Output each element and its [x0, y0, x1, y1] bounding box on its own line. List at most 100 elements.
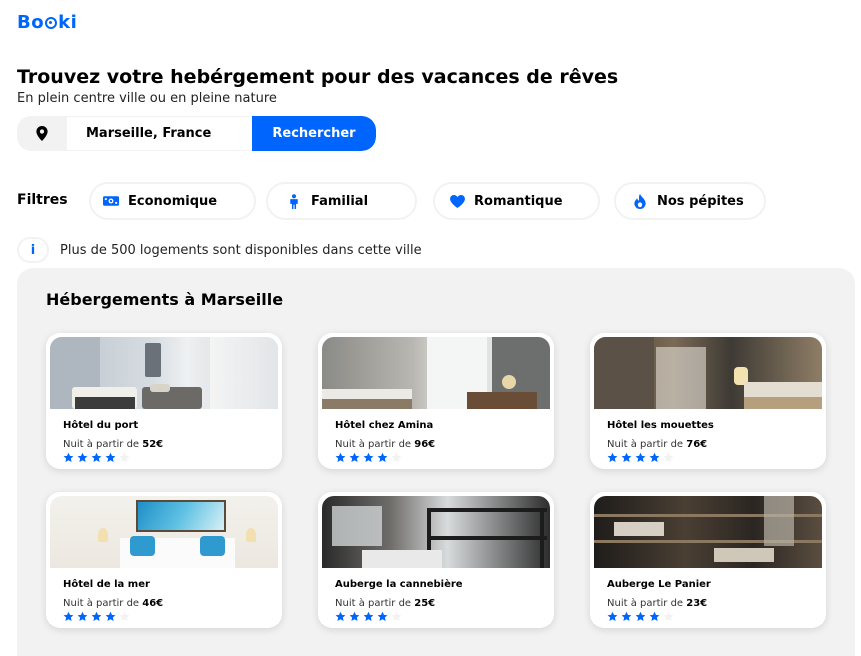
star-filled-icon: [105, 611, 116, 621]
listing-price: Nuit à partir de 23€: [607, 598, 707, 609]
price-value: 25€: [414, 598, 436, 609]
availability-info: i Plus de 500 logements sont disponibles…: [17, 237, 422, 263]
listing-card[interactable]: Hôtel les mouettes Nuit à partir de 76€: [590, 333, 826, 469]
price-prefix: Nuit à partir de: [335, 439, 415, 450]
price-value: 52€: [142, 439, 164, 450]
listing-card[interactable]: Auberge Le Panier Nuit à partir de 23€: [590, 492, 826, 628]
listings-title: Hébergements à Marseille: [46, 290, 284, 309]
star-filled-icon: [335, 611, 346, 621]
star-filled-icon: [635, 452, 646, 462]
filters-label: Filtres: [17, 192, 68, 208]
rating-stars: [607, 611, 674, 622]
filter-nos-pepites[interactable]: Nos pépites: [614, 182, 766, 220]
star-filled-icon: [91, 611, 102, 621]
logo-prefix: Bo: [17, 12, 45, 33]
filter-economique[interactable]: Economique: [89, 182, 256, 220]
price-prefix: Nuit à partir de: [63, 439, 143, 450]
listing-name: Hôtel de la mer: [63, 579, 150, 590]
listing-name: Hôtel du port: [63, 420, 139, 431]
star-empty-icon: [119, 611, 130, 621]
person-icon: [286, 193, 302, 209]
price-prefix: Nuit à partir de: [335, 598, 415, 609]
listing-card[interactable]: Hôtel du port Nuit à partir de 52€: [46, 333, 282, 469]
location-pin-icon: [17, 116, 67, 151]
listing-name: Auberge la cannebière: [335, 579, 463, 590]
price-value: 76€: [686, 439, 708, 450]
listing-photo: [594, 337, 822, 409]
logo-suffix: ki: [58, 12, 78, 33]
star-filled-icon: [349, 611, 360, 621]
gem-icon: [632, 193, 648, 209]
listing-price: Nuit à partir de 76€: [607, 439, 707, 450]
booki-logo[interactable]: Bo ki: [17, 12, 77, 33]
listing-photo: [322, 337, 550, 409]
filter-label: Economique: [128, 193, 218, 209]
listing-photo: [50, 337, 278, 409]
star-empty-icon: [119, 452, 130, 462]
star-filled-icon: [63, 611, 74, 621]
rating-stars: [335, 611, 402, 622]
star-filled-icon: [607, 452, 618, 462]
price-prefix: Nuit à partir de: [607, 598, 687, 609]
star-filled-icon: [607, 611, 618, 621]
star-filled-icon: [91, 452, 102, 462]
star-filled-icon: [377, 452, 388, 462]
star-empty-icon: [391, 611, 402, 621]
heart-icon: [449, 193, 465, 209]
price-prefix: Nuit à partir de: [607, 439, 687, 450]
price-prefix: Nuit à partir de: [63, 598, 143, 609]
page-title: Trouvez votre hebérgement pour des vacan…: [17, 66, 619, 88]
star-filled-icon: [77, 452, 88, 462]
price-value: 96€: [414, 439, 436, 450]
search-button[interactable]: Rechercher: [252, 116, 376, 151]
listing-price: Nuit à partir de 96€: [335, 439, 435, 450]
listing-name: Hôtel chez Amina: [335, 420, 434, 431]
star-filled-icon: [363, 452, 374, 462]
star-empty-icon: [391, 452, 402, 462]
filter-romantique[interactable]: Romantique: [433, 182, 600, 220]
star-filled-icon: [649, 452, 660, 462]
star-filled-icon: [363, 611, 374, 621]
filter-label: Nos pépites: [657, 193, 744, 209]
listing-name: Auberge Le Panier: [607, 579, 711, 590]
star-filled-icon: [649, 611, 660, 621]
info-icon: i: [17, 237, 49, 263]
star-filled-icon: [377, 611, 388, 621]
listing-name: Hôtel les mouettes: [607, 420, 714, 431]
logo-o-glyph: [45, 17, 58, 29]
listing-photo: [322, 496, 550, 568]
price-value: 23€: [686, 598, 708, 609]
listing-photo: [50, 496, 278, 568]
filter-familial[interactable]: Familial: [266, 182, 417, 220]
listing-price: Nuit à partir de 46€: [63, 598, 163, 609]
star-empty-icon: [663, 452, 674, 462]
star-empty-icon: [663, 611, 674, 621]
star-filled-icon: [349, 452, 360, 462]
listing-photo: [594, 496, 822, 568]
price-value: 46€: [142, 598, 164, 609]
listing-card[interactable]: Auberge la cannebière Nuit à partir de 2…: [318, 492, 554, 628]
listing-card[interactable]: Hôtel chez Amina Nuit à partir de 96€: [318, 333, 554, 469]
listing-price: Nuit à partir de 25€: [335, 598, 435, 609]
availability-text: Plus de 500 logements sont disponibles d…: [60, 242, 422, 258]
listings-section: Hébergements à Marseille Hôtel du port N…: [17, 268, 855, 656]
page-subtitle: En plein centre ville ou en pleine natur…: [17, 91, 277, 106]
filter-label: Familial: [311, 193, 369, 209]
listing-card[interactable]: Hôtel de la mer Nuit à partir de 46€: [46, 492, 282, 628]
star-filled-icon: [105, 452, 116, 462]
star-filled-icon: [77, 611, 88, 621]
listing-price: Nuit à partir de 52€: [63, 439, 163, 450]
star-filled-icon: [635, 611, 646, 621]
star-filled-icon: [621, 452, 632, 462]
filter-label: Romantique: [474, 193, 563, 209]
search-bar: Marseille, France Rechercher: [17, 116, 376, 151]
star-filled-icon: [63, 452, 74, 462]
money-icon: [103, 193, 119, 209]
rating-stars: [63, 611, 130, 622]
rating-stars: [607, 452, 674, 463]
rating-stars: [335, 452, 402, 463]
search-input[interactable]: Marseille, France: [67, 116, 252, 151]
star-filled-icon: [621, 611, 632, 621]
star-filled-icon: [335, 452, 346, 462]
rating-stars: [63, 452, 130, 463]
